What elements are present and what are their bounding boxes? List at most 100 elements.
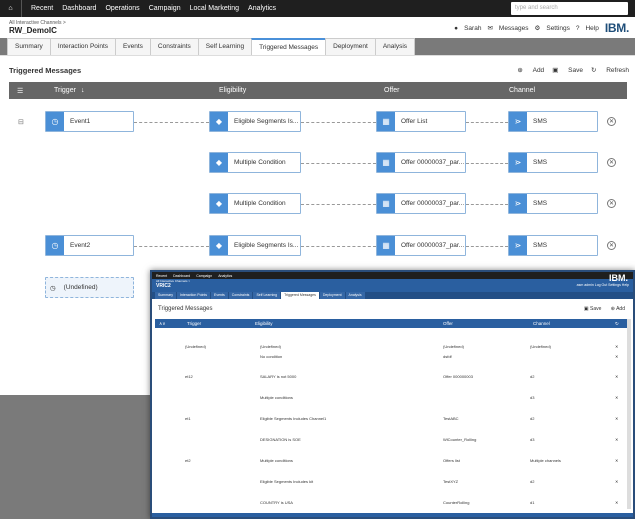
refresh-button[interactable]: ↻ Refresh [591, 66, 629, 74]
overlay-delete-icon[interactable]: ✕ [615, 458, 618, 463]
offer-node[interactable]: ▦ Offer List [376, 111, 466, 132]
overlay-user-links[interactable]: asm admin Log Out Settings Help [577, 283, 629, 287]
diamond-icon: ◆ [210, 153, 228, 172]
overlay-delete-icon[interactable]: ✕ [615, 395, 618, 400]
trigger-label: Event2 [70, 242, 91, 249]
overlay-tab[interactable]: Constraints [228, 292, 253, 299]
offer-label: Offer 00000037_par... [401, 159, 465, 166]
overlay-offer: Offer 000000003 [443, 374, 473, 379]
overlay-tab[interactable]: Summary [155, 292, 176, 299]
overlay-eligibility: Eligible Segments Includes Channel1 [260, 416, 327, 421]
messages-link[interactable]: Messages [499, 25, 529, 32]
home-icon[interactable]: ⌂ [0, 0, 22, 17]
overlay-tab[interactable]: Events [211, 292, 228, 299]
channel-node[interactable]: ⋗ SMS [508, 152, 598, 173]
nav-dashboard[interactable]: Dashboard [62, 5, 96, 12]
overlay-add-label: Add [616, 306, 625, 312]
trigger-node[interactable]: ◷ Event2 [45, 235, 134, 256]
delete-icon[interactable]: ✕ [607, 158, 616, 167]
nav-local-marketing[interactable]: Local Marketing [190, 5, 239, 12]
save-button[interactable]: ▣ Save [552, 66, 583, 74]
nav-analytics[interactable]: Analytics [248, 5, 276, 12]
overlay-nav-analytics[interactable]: Analytics [218, 274, 232, 278]
connector [466, 122, 508, 123]
connector [466, 246, 508, 247]
overlay-eligibility: (Undefined) [260, 344, 281, 349]
tab-constraints[interactable]: Constraints [149, 38, 199, 55]
overlay-channel: d2 [530, 374, 535, 379]
overlay-tab-active[interactable]: Triggered Messages [281, 292, 319, 299]
col-trigger[interactable]: Trigger [54, 87, 76, 94]
nav-operations[interactable]: Operations [105, 5, 139, 12]
eligibility-node[interactable]: ◆ Multiple Condition [209, 152, 301, 173]
channel-node[interactable]: ⋗ SMS [508, 111, 598, 132]
refresh-label: Refresh [606, 67, 629, 74]
menu-icon[interactable]: ☰ [17, 87, 23, 95]
overlay-tab[interactable]: Self Learning [253, 292, 281, 299]
delete-icon[interactable]: ✕ [607, 241, 616, 250]
channel-label: SMS [533, 200, 548, 207]
overlay-footer-bar [152, 513, 633, 517]
overlay-delete-icon[interactable]: ✕ [615, 437, 618, 442]
offer-node[interactable]: ▦ Offer 00000037_par... [376, 235, 466, 256]
overlay-nav-dashboard[interactable]: Dashboard [173, 274, 190, 278]
overlay-delete-icon[interactable]: ✕ [615, 344, 618, 349]
overlay-nav-campaign[interactable]: Campaign [196, 274, 212, 278]
overlay-nav-recent[interactable]: Recent [156, 274, 167, 278]
delete-icon[interactable]: ✕ [607, 117, 616, 126]
overlay-offer: TestABC [443, 416, 459, 421]
user-name[interactable]: Sarah [464, 25, 481, 32]
overlay-delete-icon[interactable]: ✕ [615, 500, 618, 505]
offer-label: Offer List [401, 118, 428, 125]
help-link[interactable]: Help [585, 25, 598, 32]
overlay-expand-icon[interactable]: ∧∨ [159, 321, 166, 327]
nav-campaign[interactable]: Campaign [149, 5, 181, 12]
overlay-tab[interactable]: Deployment [319, 292, 345, 299]
channel-label: SMS [533, 118, 548, 125]
trigger-node[interactable]: ◷ Event1 [45, 111, 134, 132]
offer-node[interactable]: ▦ Offer 00000037_par... [376, 193, 466, 214]
collapse-icon[interactable]: ⊟ [18, 118, 24, 126]
overlay-eligibility: SALARY is not 5000 [260, 374, 297, 379]
search-input[interactable]: type and search [511, 2, 628, 15]
tab-interaction-points[interactable]: Interaction Points [49, 38, 117, 55]
tab-deployment[interactable]: Deployment [325, 38, 376, 55]
overlay-tab[interactable]: Interaction Points [176, 292, 211, 299]
tab-summary[interactable]: Summary [7, 38, 51, 55]
overlay-trigger: et2 [185, 458, 191, 463]
sort-icon[interactable]: ↓ [81, 87, 85, 94]
overlay-scrollbar[interactable] [627, 319, 631, 509]
eligibility-node[interactable]: ◆ Eligible Segments Is... [209, 111, 301, 132]
tab-analysis[interactable]: Analysis [374, 38, 416, 55]
delete-icon[interactable]: ✕ [607, 199, 616, 208]
nav-recent[interactable]: Recent [31, 5, 53, 12]
offer-node[interactable]: ▦ Offer 00000037_par... [376, 152, 466, 173]
overlay-eligibility: Multiple conditions [260, 395, 293, 400]
tab-events[interactable]: Events [115, 38, 151, 55]
overlay-save-button[interactable]: ▣ Save [584, 306, 602, 312]
offer-label: Offer 00000037_par... [401, 200, 465, 207]
overlay-delete-icon[interactable]: ✕ [615, 479, 618, 484]
eligibility-label: Eligible Segments Is... [234, 118, 299, 125]
overlay-refresh-icon[interactable]: ↻ [615, 321, 619, 327]
channel-node[interactable]: ⋗ SMS [508, 235, 598, 256]
eligibility-node[interactable]: ◆ Multiple Condition [209, 193, 301, 214]
channel-node[interactable]: ⋗ SMS [508, 193, 598, 214]
table-header: ☰ Trigger ↓ Eligibility Offer Channel [9, 82, 627, 99]
settings-link[interactable]: Settings [546, 25, 570, 32]
overlay-table-header: ∧∨ Trigger Eligibility Offer Channel ↻ [155, 319, 630, 328]
overlay-delete-icon[interactable]: ✕ [615, 354, 618, 359]
tab-triggered-messages[interactable]: Triggered Messages [251, 38, 327, 55]
overlay-eligibility: DESIGNATION is SOE [260, 437, 301, 442]
overlay-eligibility: No condition [260, 354, 283, 359]
overlay-col-offer: Offer [443, 321, 453, 326]
add-button[interactable]: ⊕ Add [517, 66, 544, 74]
overlay-add-button[interactable]: ⊕ Add [611, 306, 625, 312]
overlay-delete-icon[interactable]: ✕ [615, 416, 618, 421]
overlay-channel: (Undefined) [530, 344, 551, 349]
eligibility-node[interactable]: ◆ Eligible Segments Is... [209, 235, 301, 256]
undefined-trigger-node[interactable]: ◷ (Undefined) [45, 277, 134, 298]
overlay-delete-icon[interactable]: ✕ [615, 374, 618, 379]
tab-self-learning[interactable]: Self Learning [197, 38, 253, 55]
overlay-tab[interactable]: Analysis [345, 292, 365, 299]
